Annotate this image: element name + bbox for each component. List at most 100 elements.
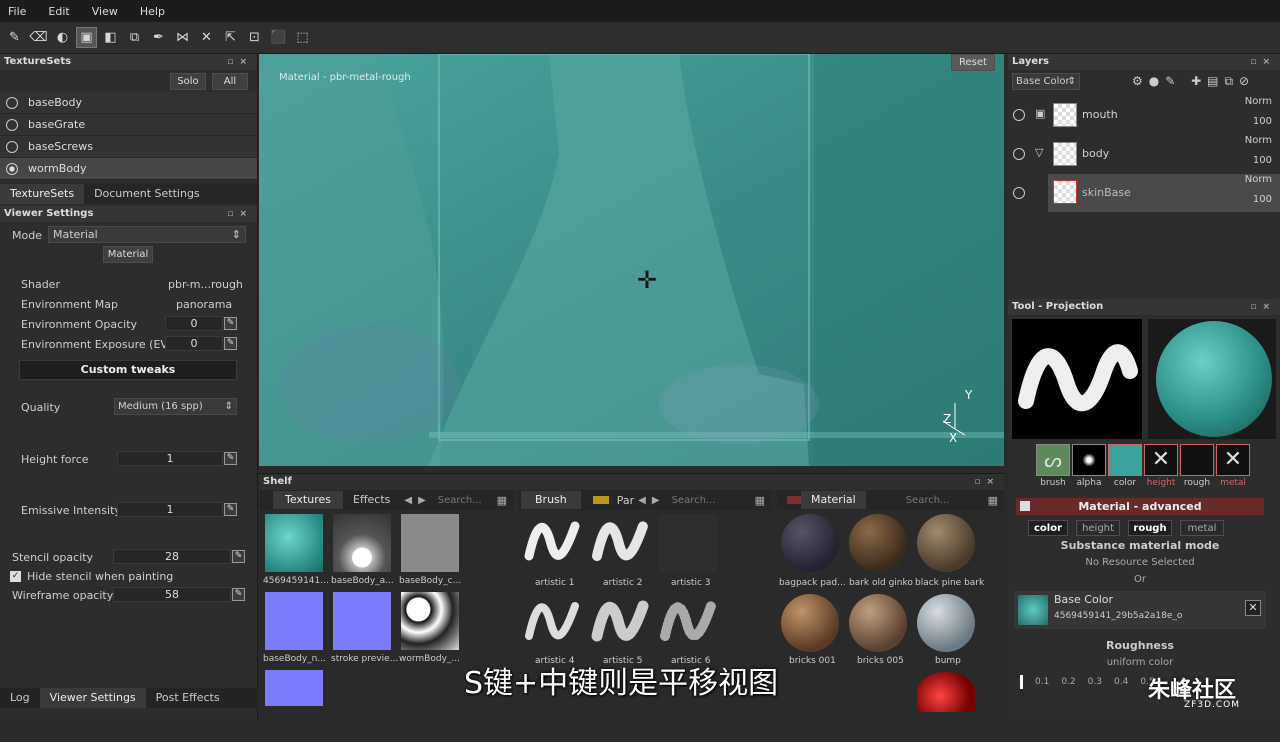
eraser-icon[interactable]: ⌫ (28, 27, 49, 48)
menu-edit[interactable]: Edit (48, 5, 69, 18)
chip-alpha[interactable]: alpha (1072, 444, 1106, 488)
tab-particles[interactable]: Par (617, 494, 634, 507)
brush-thumb[interactable] (591, 594, 649, 652)
stencil-slider[interactable]: 28 (113, 549, 231, 564)
chip-height[interactable]: ✕ height (1144, 444, 1178, 488)
wireframe-slider[interactable]: 58 (113, 587, 231, 602)
textures-search[interactable]: Search... (438, 495, 482, 506)
custom-tweaks-header[interactable]: Custom tweaks (19, 360, 237, 380)
popup-icon[interactable]: ⇱ (220, 27, 241, 48)
texture-thumb[interactable] (401, 592, 459, 650)
eye-icon[interactable] (1013, 148, 1025, 160)
panel-controls-icon[interactable]: ▫× (1250, 54, 1276, 70)
texture-thumb[interactable] (265, 592, 323, 650)
layer-row-mouth[interactable]: ▣ mouth Norm 100 (1008, 96, 1280, 134)
texture-set-item[interactable]: wormBody (0, 158, 257, 180)
material-thumb[interactable] (849, 514, 907, 572)
shader-value[interactable]: pbr-m...rough (168, 278, 243, 291)
material-thumb[interactable] (781, 514, 839, 572)
layer-row-skinbase[interactable]: skinBase Norm 100 (1048, 174, 1280, 212)
panel-controls-icon[interactable]: ▫× (974, 474, 1000, 490)
paint-brush-icon[interactable]: ✎ (4, 27, 25, 48)
picker-icon[interactable]: ✒ (148, 27, 169, 48)
menu-view[interactable]: View (92, 5, 118, 18)
brush-thumb[interactable] (523, 514, 581, 572)
brush-thumb[interactable] (659, 514, 717, 572)
channel-height-button[interactable]: height (1076, 520, 1120, 536)
texture-thumb[interactable] (401, 514, 459, 572)
material-thumb[interactable] (849, 594, 907, 652)
channel-metal-button[interactable]: metal (1180, 520, 1224, 536)
chip-color[interactable]: color (1108, 444, 1142, 488)
texture-thumb[interactable] (265, 670, 323, 706)
arrow-right-icon[interactable]: ▶ (652, 495, 660, 506)
brush-thumb[interactable] (591, 514, 649, 572)
material-thumb[interactable] (781, 594, 839, 652)
brush-search[interactable]: Search... (672, 495, 716, 506)
tab-texturesets[interactable]: TextureSets (0, 184, 85, 204)
channel-select[interactable]: Base Color ⇕ (1012, 73, 1080, 90)
texture-set-item[interactable]: baseBody (0, 92, 257, 114)
texture-set-item[interactable]: baseScrews (0, 136, 257, 158)
arrow-left-icon[interactable]: ◀ (404, 495, 412, 506)
texture-thumb[interactable] (333, 514, 391, 572)
channel-rough-button[interactable]: rough (1128, 520, 1172, 536)
material-button[interactable]: Material (103, 246, 153, 263)
chip-rough[interactable]: rough (1180, 444, 1214, 488)
texture-thumb[interactable] (265, 514, 323, 572)
reset-button[interactable]: Reset (951, 54, 995, 71)
emissive-slider[interactable]: 1 (117, 502, 223, 517)
layer-blend[interactable]: Norm (1245, 96, 1272, 107)
smudge-icon[interactable]: ◐ (52, 27, 73, 48)
height-force-slider[interactable]: 1 (117, 451, 223, 466)
eye-icon[interactable] (1013, 109, 1025, 121)
grid-icon[interactable]: ▦ (497, 494, 507, 507)
solo-button[interactable]: Solo (170, 73, 206, 90)
tab-material[interactable]: Material (801, 491, 866, 509)
close-icon[interactable]: ✕ (1245, 600, 1261, 616)
view-2d-icon[interactable]: ⊡ (244, 27, 265, 48)
env-map-value[interactable]: panorama (176, 298, 232, 311)
eye-icon[interactable] (1013, 187, 1025, 199)
layer-tool-icons[interactable]: ⚙●✎ ✚▤⧉⊘ (1132, 74, 1255, 89)
layer-opacity[interactable]: 100 (1253, 155, 1272, 166)
checkbox-icon[interactable] (1020, 501, 1030, 511)
chip-metal[interactable]: ✕ metal (1216, 444, 1250, 488)
quality-select[interactable]: Medium (16 spp) ⇕ (114, 398, 237, 415)
fill-icon[interactable]: ◧ (100, 27, 121, 48)
mirror-icon[interactable]: ✕ (196, 27, 217, 48)
env-exposure-field[interactable]: 0 (165, 336, 223, 351)
brush-thumb[interactable] (659, 594, 717, 652)
layer-blend[interactable]: Norm (1245, 135, 1272, 146)
material-thumb[interactable] (917, 672, 975, 712)
tab-document-settings[interactable]: Document Settings (84, 184, 210, 204)
panel-controls-icon[interactable]: ▫× (227, 206, 253, 222)
edit-pencil-icon[interactable]: ✎ (224, 452, 237, 465)
layer-row-body[interactable]: ▽ body Norm 100 (1008, 135, 1280, 173)
arrow-left-icon[interactable]: ◀ (638, 495, 646, 506)
channel-color-button[interactable]: color (1028, 520, 1068, 536)
all-button[interactable]: All (212, 73, 248, 90)
edit-pencil-icon[interactable]: ✎ (224, 337, 237, 350)
tab-effects[interactable]: Effects (343, 491, 400, 509)
tab-log[interactable]: Log (0, 688, 40, 708)
panel-controls-icon[interactable]: ▫× (227, 54, 253, 70)
material-thumb[interactable] (917, 594, 975, 652)
tab-post-effects[interactable]: Post Effects (146, 688, 230, 708)
radio-icon[interactable] (6, 140, 18, 153)
panel-controls-icon[interactable]: ▫× (1250, 299, 1276, 315)
mode-select[interactable]: Material ⇕ (48, 226, 246, 243)
menu-file[interactable]: File (8, 5, 26, 18)
texture-thumb[interactable] (333, 592, 391, 650)
grid-icon[interactable]: ▦ (988, 494, 998, 507)
tab-brush[interactable]: Brush (521, 491, 581, 509)
edit-pencil-icon[interactable]: ✎ (232, 550, 245, 563)
3d-viewport[interactable]: Material - pbr-metal-rough Reset ✛ Y Z X (259, 54, 1004, 466)
edit-pencil-icon[interactable]: ✎ (232, 588, 245, 601)
tab-textures[interactable]: Textures (273, 491, 343, 509)
layer-blend[interactable]: Norm (1245, 174, 1272, 185)
projection-icon[interactable]: ▣ (76, 27, 97, 48)
radio-icon[interactable] (6, 118, 18, 131)
material-thumb[interactable] (917, 514, 975, 572)
texture-set-item[interactable]: baseGrate (0, 114, 257, 136)
